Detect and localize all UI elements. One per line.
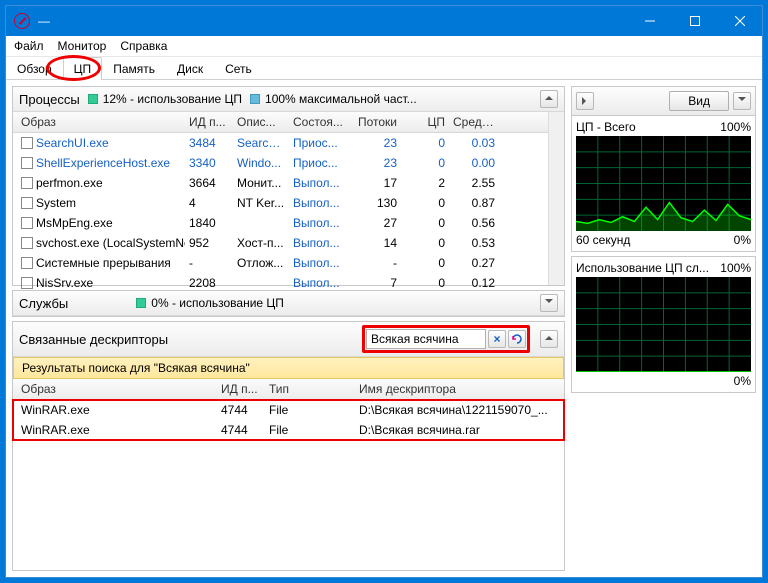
graph1-canvas [576,136,751,231]
cpu-freq-icon [250,94,260,104]
cpu-usage-label: 12% - использование ЦП [103,92,242,106]
chevron-down-icon [738,94,746,108]
process-row[interactable]: System4NT Ker...Выпол...13000.87 [13,193,548,213]
chevron-up-icon [545,332,553,346]
chevron-up-icon [545,92,553,106]
menu-help[interactable]: Справка [120,39,167,53]
processes-panel: Процессы 12% - использование ЦП 100% мак… [12,86,565,286]
graph1-foot-right: 0% [734,233,751,247]
graph2-max: 100% [720,261,751,275]
col-image[interactable]: Образ [17,114,185,130]
hcol-type[interactable]: Тип [265,381,355,397]
app-window: — Файл Монитор Справка Обзор ЦП Память Д… [5,5,763,578]
hcol-pid[interactable]: ИД п... [217,381,265,397]
col-state[interactable]: Состоя... [289,114,349,130]
tab-network[interactable]: Сеть [214,57,263,80]
tab-cpu[interactable]: ЦП [63,57,103,80]
titlebar: — [6,6,762,36]
menu-file[interactable]: Файл [14,39,44,53]
view-dropdown-button[interactable] [733,92,751,110]
annotation-results-highlight: WinRAR.exe4744FileD:\Всякая всячина\1221… [13,400,564,440]
processes-header-row: Образ ИД п... Опис... Состоя... Потоки Ц… [13,112,548,133]
hcol-name[interactable]: Имя дескриптора [355,381,560,397]
chevron-right-icon [580,94,590,108]
process-row[interactable]: Системные прерывания-Отлож...Выпол...-00… [13,253,548,273]
process-row[interactable]: svchost.exe (LocalSystemNet...952Хост-п.… [13,233,548,253]
tab-overview[interactable]: Обзор [6,57,63,80]
handle-row[interactable]: WinRAR.exe4744FileD:\Всякая всячина.rar [13,420,564,440]
process-checkbox[interactable] [21,177,33,189]
annotation-search-highlight: × [362,325,530,353]
processes-title: Процессы [19,92,80,107]
graph1-title: ЦП - Всего [576,120,636,134]
graph1-foot-left: 60 секунд [576,233,630,247]
col-threads[interactable]: Потоки [349,114,401,130]
col-desc[interactable]: Опис... [233,114,289,130]
col-cpu[interactable]: ЦП [401,114,449,130]
services-usage-icon [136,298,146,308]
window-title: — [38,14,627,28]
processes-collapse-button[interactable] [540,90,558,108]
graph-cpu-total: ЦП - Всего 100% 60 секунд 0% [571,115,756,252]
process-row[interactable]: perfmon.exe3664Монит...Выпол...1722.55 [13,173,548,193]
handles-header-row: Образ ИД п... Тип Имя дескриптора [13,379,564,400]
search-results-title: Результаты поиска для "Всякая всячина" [13,357,564,379]
handle-row[interactable]: WinRAR.exe4744FileD:\Всякая всячина\1221… [13,400,564,420]
hcol-image[interactable]: Образ [17,381,217,397]
col-pid[interactable]: ИД п... [185,114,233,130]
handles-panel: Связанные дескрипторы × Результаты поиск… [12,321,565,571]
app-icon [14,13,30,29]
process-checkbox[interactable] [21,157,33,169]
graph2-canvas [576,277,751,372]
services-usage-label: 0% - использование ЦП [151,296,284,310]
services-expand-button[interactable] [540,294,558,312]
handles-title: Связанные дескрипторы [19,332,168,347]
services-title: Службы [19,296,68,311]
process-checkbox[interactable] [21,237,33,249]
graph-cpu-services: Использование ЦП сл... 100% 0% [571,256,756,393]
cpu-freq-label: 100% максимальной част... [265,92,417,106]
right-panel-header: Вид [571,86,756,115]
menu-bar: Файл Монитор Справка [6,36,762,57]
services-panel: Службы 0% - использование ЦП [12,290,565,317]
process-checkbox[interactable] [21,277,33,289]
cpu-usage-icon [88,94,98,104]
handles-collapse-button[interactable] [540,330,558,348]
processes-scrollbar[interactable] [548,112,564,285]
chevron-down-icon [545,296,553,310]
close-button[interactable] [717,6,762,36]
minimize-button[interactable] [627,6,672,36]
process-row[interactable]: ShellExperienceHost.exe3340Windo...Приос… [13,153,548,173]
col-avg[interactable]: Средн... [449,114,499,130]
right-expand-button[interactable] [576,92,594,110]
clear-search-button[interactable]: × [488,330,506,348]
menu-monitor[interactable]: Монитор [58,39,107,53]
graph1-max: 100% [720,120,751,134]
process-row[interactable]: SearchUI.exe3484Search ...Приос...2300.0… [13,133,548,153]
graph2-foot-right: 0% [734,374,751,388]
process-checkbox[interactable] [21,137,33,149]
view-button[interactable]: Вид [669,91,729,111]
process-checkbox[interactable] [21,217,33,229]
tab-disk[interactable]: Диск [166,57,214,80]
refresh-search-button[interactable] [508,330,526,348]
process-checkbox[interactable] [21,197,33,209]
process-row[interactable]: MsMpEng.exe1840Выпол...2700.56 [13,213,548,233]
tab-bar: Обзор ЦП Память Диск Сеть [6,57,762,80]
process-checkbox[interactable] [21,257,33,269]
graph2-title: Использование ЦП сл... [576,261,709,275]
handles-search-input[interactable] [366,329,486,349]
maximize-button[interactable] [672,6,717,36]
tab-memory[interactable]: Память [102,57,166,80]
